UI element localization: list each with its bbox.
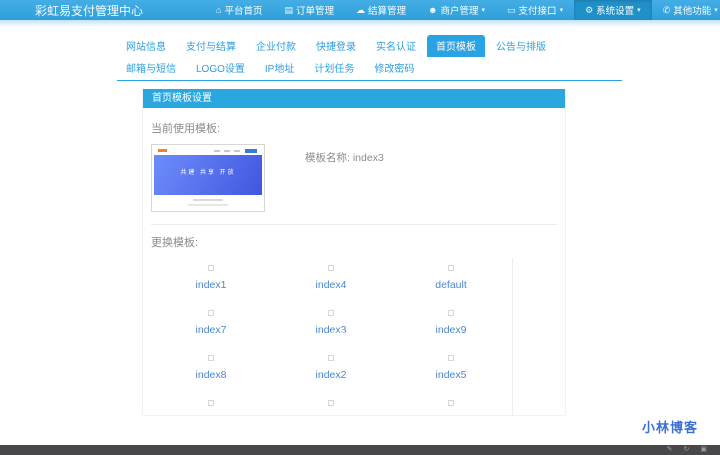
template-thumbnail[interactable] bbox=[448, 355, 454, 361]
template-hero-text: 共建 共享 开放 bbox=[154, 167, 262, 176]
template-thumbnail[interactable] bbox=[208, 310, 214, 316]
menu-item-settlement[interactable]: ☁ 结算管理 bbox=[345, 0, 417, 20]
template-thumbnail[interactable] bbox=[328, 265, 334, 271]
template-name-label: 模板名称: bbox=[305, 152, 350, 164]
bottom-toolbar: ✎ ↻ ▣ bbox=[0, 445, 720, 455]
template-cell: 共建 共享 开放 index3 bbox=[271, 303, 391, 336]
template-cell: index5 bbox=[391, 348, 511, 381]
current-template-label: 当前使用模板: bbox=[151, 120, 557, 136]
template-thumbnail[interactable]: 共建 共享 开放 bbox=[328, 310, 334, 316]
settings-tabs: 网站信息 支付与结算 企业付款 快捷登录 实名认证 首页模板 公告与排版 邮箱与… bbox=[117, 35, 622, 81]
template-link-default[interactable]: default bbox=[391, 279, 511, 291]
template-name-value: index3 bbox=[353, 152, 384, 164]
app-title: 彩虹易支付管理中心 bbox=[35, 2, 143, 19]
gear-icon: ⚙ bbox=[585, 5, 593, 16]
template-cell: index1 bbox=[151, 258, 271, 291]
credit-card-icon: ▭ bbox=[507, 5, 516, 16]
tab-home-template[interactable]: 首页模板 bbox=[427, 35, 485, 57]
orders-icon: ▤ bbox=[284, 5, 293, 16]
tab-email-sms[interactable]: 邮箱与短信 bbox=[117, 57, 185, 79]
edit-icon[interactable]: ✎ bbox=[667, 445, 673, 455]
top-navbar: 彩虹易支付管理中心 ⌂ 平台首页 ▤ 订单管理 ☁ 结算管理 ☻ 商户管理 ▾ … bbox=[0, 0, 720, 20]
change-template-label: 更换模板: bbox=[151, 234, 557, 250]
menu-item-home[interactable]: ⌂ 平台首页 bbox=[205, 0, 273, 20]
section-divider bbox=[151, 224, 557, 225]
template-cell: index7 bbox=[151, 303, 271, 336]
tabs-row-2: 邮箱与短信 LOGO设置 IP地址 计划任务 修改密码 bbox=[117, 57, 622, 79]
chevron-down-icon: ▾ bbox=[482, 6, 486, 14]
template-link-index9[interactable]: index9 bbox=[391, 324, 511, 336]
tab-ip[interactable]: IP地址 bbox=[256, 57, 303, 79]
template-link-index4[interactable]: index4 bbox=[271, 279, 391, 291]
template-cell bbox=[271, 393, 391, 411]
window-icon[interactable]: ▣ bbox=[700, 445, 707, 455]
template-grid: index1 index4 default index7 共建 共享 开放 in… bbox=[151, 258, 513, 415]
tab-announcement[interactable]: 公告与排版 bbox=[487, 35, 555, 57]
main-content: 网站信息 支付与结算 企业付款 快捷登录 实名认证 首页模板 公告与排版 邮箱与… bbox=[0, 35, 622, 416]
navbar-fade bbox=[0, 20, 720, 27]
current-template-thumbnail: 共建 共享 开放 bbox=[151, 144, 265, 212]
template-thumbnail[interactable] bbox=[208, 265, 214, 271]
chevron-down-icon: ▾ bbox=[714, 6, 718, 14]
current-template-row: 共建 共享 开放 模板名称: index3 bbox=[151, 144, 557, 212]
tab-cron[interactable]: 计划任务 bbox=[305, 57, 363, 79]
tab-pay-settlement[interactable]: 支付与结算 bbox=[177, 35, 245, 57]
menu-item-orders[interactable]: ▤ 订单管理 bbox=[273, 0, 345, 20]
template-thumbnail[interactable] bbox=[448, 400, 454, 406]
refresh-icon[interactable]: ↻ bbox=[684, 445, 690, 455]
user-icon: ☻ bbox=[428, 5, 437, 15]
template-thumbnail[interactable] bbox=[448, 265, 454, 271]
template-thumbnail[interactable] bbox=[208, 400, 214, 406]
tab-logo[interactable]: LOGO设置 bbox=[187, 57, 254, 79]
tab-enterprise-pay[interactable]: 企业付款 bbox=[247, 35, 305, 57]
template-link-index1[interactable]: index1 bbox=[151, 279, 271, 291]
menu-item-merchants[interactable]: ☻ 商户管理 ▾ bbox=[417, 0, 496, 20]
template-link-index8[interactable]: index8 bbox=[151, 369, 271, 381]
template-link-index2[interactable]: index2 bbox=[271, 369, 391, 381]
template-cell: index2 bbox=[271, 348, 391, 381]
main-menu: ⌂ 平台首页 ▤ 订单管理 ☁ 结算管理 ☻ 商户管理 ▾ ▭ 支付接口 ▾ ⚙… bbox=[205, 0, 720, 20]
template-link-index7[interactable]: index7 bbox=[151, 324, 271, 336]
template-preview-index3: 共建 共享 开放 bbox=[154, 147, 262, 209]
template-cell: index9 bbox=[391, 303, 511, 336]
tab-real-name[interactable]: 实名认证 bbox=[367, 35, 425, 57]
tab-site-info[interactable]: 网站信息 bbox=[117, 35, 175, 57]
menu-item-other[interactable]: ✆ 其他功能 ▾ bbox=[652, 0, 720, 20]
template-thumbnail[interactable] bbox=[328, 355, 334, 361]
menu-item-system-settings[interactable]: ⚙ 系统设置 ▾ bbox=[574, 0, 652, 20]
tab-password[interactable]: 修改密码 bbox=[365, 57, 423, 79]
tab-quick-login[interactable]: 快捷登录 bbox=[307, 35, 365, 57]
template-thumbnail[interactable] bbox=[448, 310, 454, 316]
menu-item-pay-api[interactable]: ▭ 支付接口 ▾ bbox=[496, 0, 574, 20]
chevron-down-icon: ▾ bbox=[637, 6, 641, 14]
template-thumbnail[interactable] bbox=[208, 355, 214, 361]
template-cell bbox=[151, 393, 271, 411]
tabs-row-1: 网站信息 支付与结算 企业付款 快捷登录 实名认证 首页模板 公告与排版 bbox=[117, 35, 622, 57]
panel-title: 首页模板设置 bbox=[143, 89, 565, 108]
template-thumbnail[interactable] bbox=[328, 400, 334, 406]
template-cell: index8 bbox=[151, 348, 271, 381]
cloud-icon: ☁ bbox=[356, 5, 365, 16]
site-watermark: 小林博客 bbox=[642, 417, 698, 436]
template-link-index5[interactable]: index5 bbox=[391, 369, 511, 381]
template-settings-panel: 首页模板设置 当前使用模板: 共建 共享 开放 模板名称: index3 更换模… bbox=[142, 89, 566, 416]
template-name-line: 模板名称: index3 bbox=[305, 150, 384, 212]
template-cell bbox=[391, 393, 511, 411]
home-icon: ⌂ bbox=[216, 5, 221, 15]
panel-body: 当前使用模板: 共建 共享 开放 模板名称: index3 更换模板: inde… bbox=[143, 108, 565, 415]
template-cell: index4 bbox=[271, 258, 391, 291]
chevron-down-icon: ▾ bbox=[560, 6, 564, 14]
template-cell: default bbox=[391, 258, 511, 291]
headset-icon: ✆ bbox=[663, 5, 671, 16]
